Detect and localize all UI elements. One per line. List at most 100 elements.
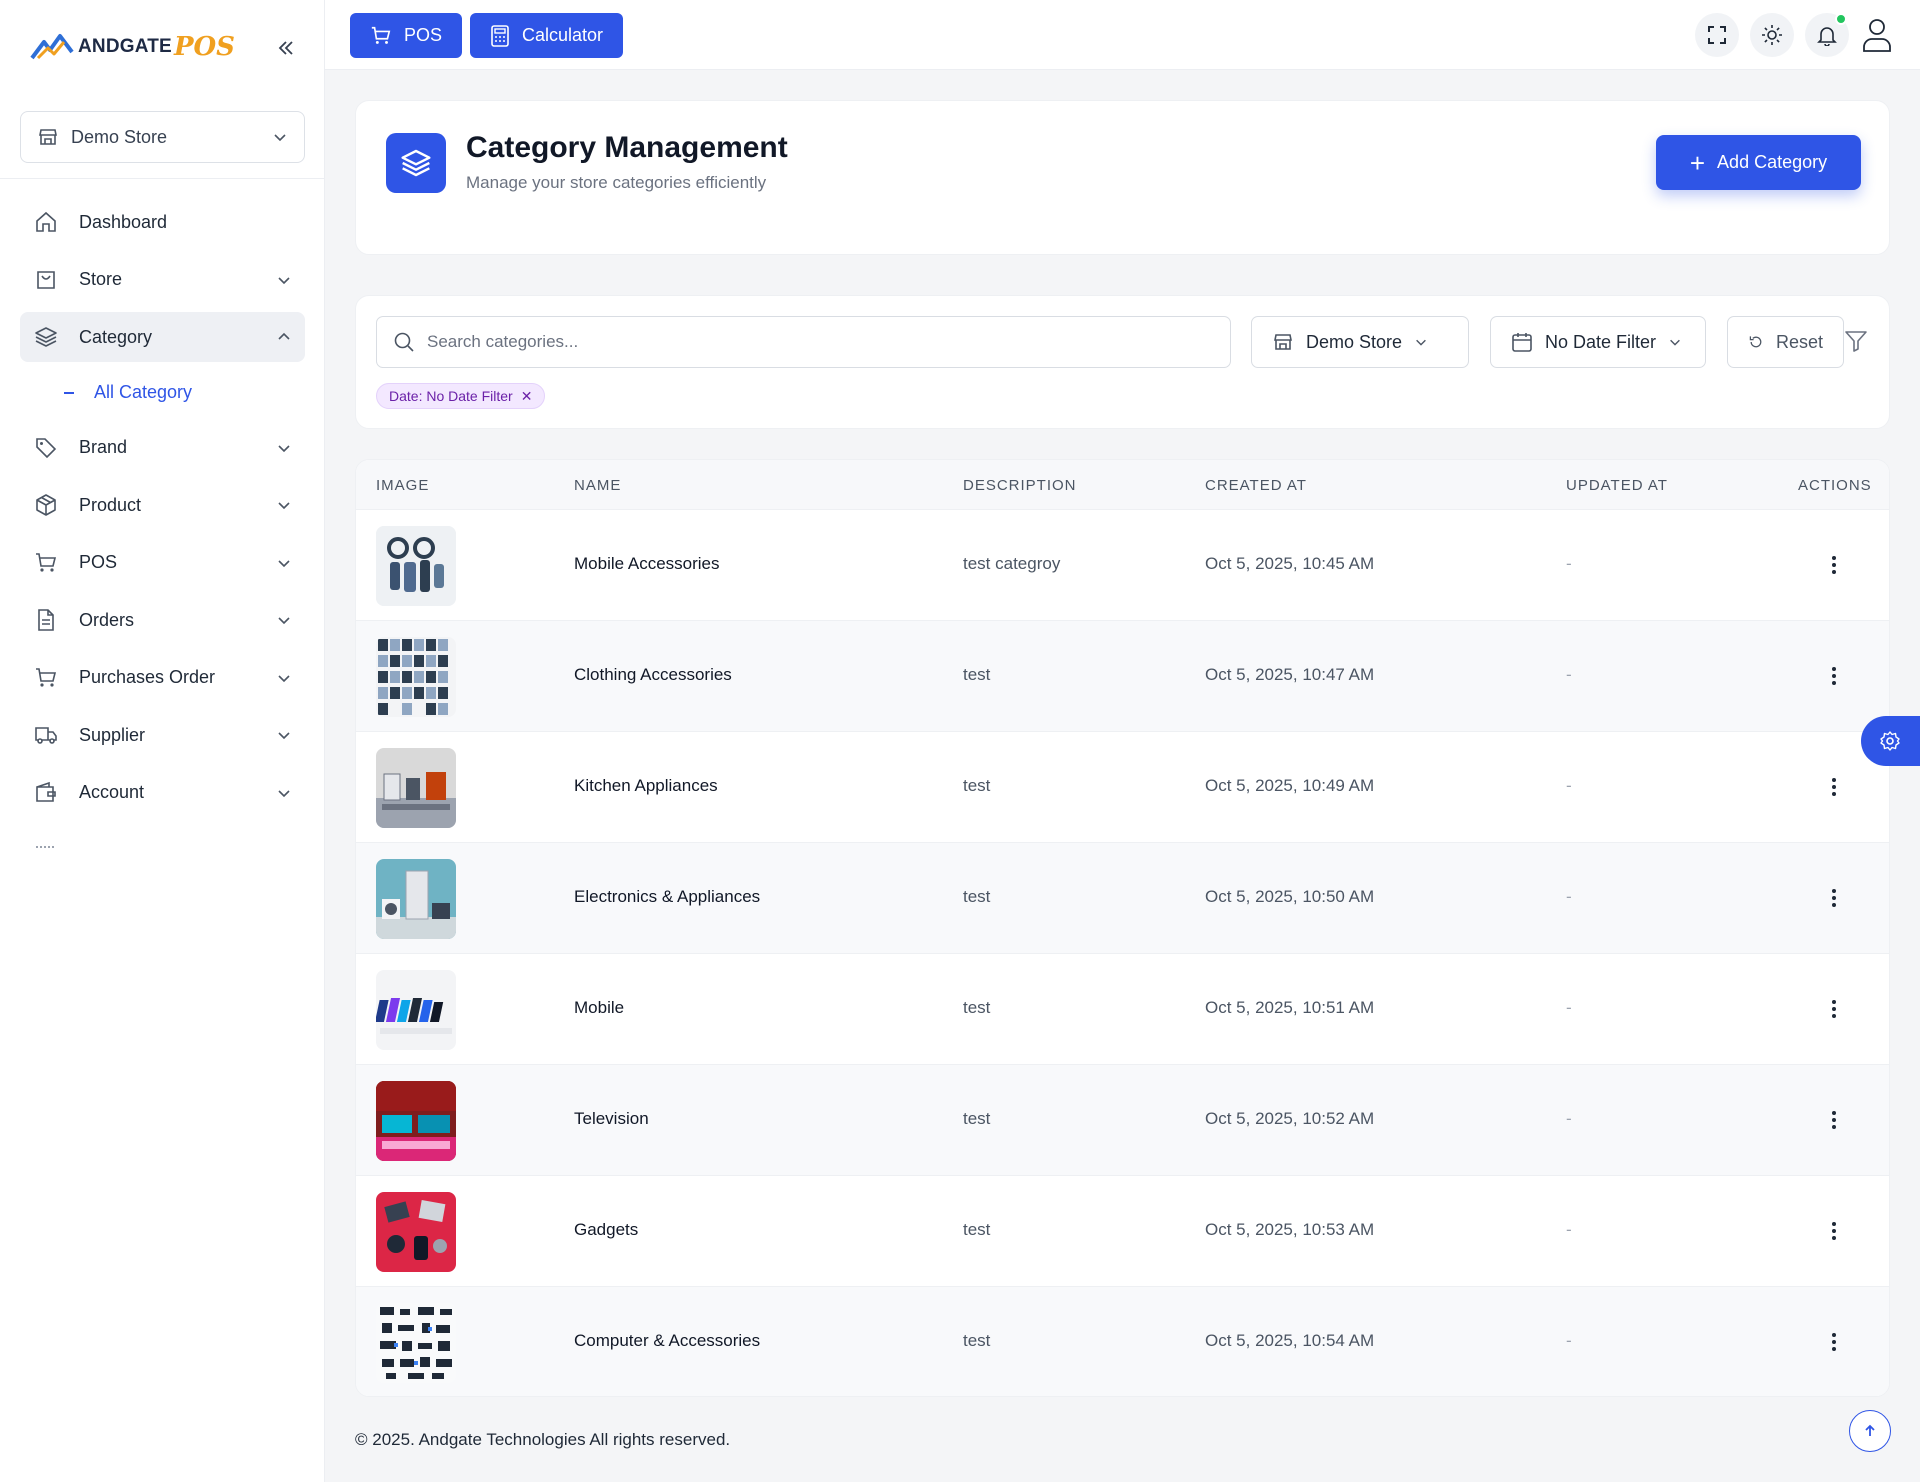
user-profile-button[interactable]: [1855, 13, 1899, 57]
store-selector[interactable]: Demo Store: [20, 111, 305, 163]
chevron-down-icon: [274, 134, 286, 142]
layers-icon: [386, 133, 446, 193]
category-created-at: Oct 5, 2025, 10:47 AM: [1205, 665, 1375, 684]
category-description: test: [963, 665, 991, 684]
cart-icon: [371, 26, 391, 44]
sidebar-item-label: Category: [79, 326, 153, 347]
category-updated-at: -: [1566, 887, 1572, 906]
category-name: Gadgets: [574, 1220, 639, 1239]
sidebar-item-orders[interactable]: Orders: [20, 595, 305, 645]
row-actions-menu-icon[interactable]: [1822, 550, 1846, 580]
store-filter-label: Demo Store: [1306, 331, 1403, 352]
calculator-icon: [491, 24, 509, 47]
pos-button[interactable]: POS: [350, 13, 463, 58]
row-actions-menu-icon[interactable]: [1822, 772, 1846, 802]
row-actions-menu-icon[interactable]: [1822, 994, 1846, 1024]
sidebar-item-label: Account: [79, 782, 145, 802]
category-image: [376, 748, 456, 828]
date-filter-dropdown[interactable]: No Date Filter: [1490, 316, 1706, 368]
store-filter-dropdown[interactable]: Demo Store: [1251, 316, 1469, 368]
category-updated-at: -: [1566, 1220, 1572, 1239]
sidebar-item-store[interactable]: Store: [20, 255, 305, 305]
category-image: [376, 637, 456, 717]
sidebar-item-dashboard[interactable]: Dashboard: [20, 197, 305, 247]
document-icon: [33, 607, 59, 633]
calculator-button[interactable]: Calculator: [470, 13, 624, 58]
sidebar-item-label: Dashboard: [79, 211, 168, 232]
sidebar-item-label: Store: [79, 269, 123, 289]
table-row[interactable]: Television test Oct 5, 2025, 10:52 AM -: [356, 1065, 1889, 1176]
sidebar-item-label: POS: [79, 552, 118, 572]
sidebar-item-label: Orders: [79, 609, 135, 630]
filter-funnel-icon[interactable]: [1843, 328, 1869, 354]
sun-icon: [1762, 25, 1782, 45]
chevron-up-icon: [278, 332, 290, 340]
sidebar-item-category[interactable]: Category: [20, 312, 305, 362]
theme-toggle-button[interactable]: [1750, 13, 1794, 57]
category-name: Clothing Accessories: [574, 665, 732, 684]
sidebar-item-label: Product: [79, 494, 142, 515]
chevron-down-icon: [278, 617, 290, 625]
collapse-sidebar-button[interactable]: [272, 34, 300, 62]
footer-copyright: © 2025. Andgate Technologies All rights …: [355, 1430, 731, 1449]
page-header-card: Category Management Manage your store ca…: [355, 100, 1890, 255]
column-header-name: NAME: [574, 477, 622, 494]
sidebar-item-pos[interactable]: POS: [20, 538, 305, 588]
table-row[interactable]: Mobile Accessories test categroy Oct 5, …: [356, 510, 1889, 621]
sidebar-item-supplier[interactable]: Supplier: [20, 710, 305, 760]
row-actions-menu-icon[interactable]: [1822, 1216, 1846, 1246]
table-row[interactable]: Kitchen Appliances test Oct 5, 2025, 10:…: [356, 732, 1889, 843]
scroll-to-top-button[interactable]: [1849, 1410, 1891, 1452]
store-selector-label: Demo Store: [71, 126, 168, 147]
page-title: Category Management: [466, 131, 788, 164]
calendar-icon: [1512, 333, 1532, 352]
search-field[interactable]: [376, 316, 1231, 368]
sidebar-item-product[interactable]: Product: [20, 480, 305, 530]
notifications-button[interactable]: [1805, 13, 1849, 57]
sidebar-divider: [0, 178, 325, 179]
row-actions-menu-icon[interactable]: [1822, 883, 1846, 913]
column-header-description: DESCRIPTION: [963, 477, 1077, 494]
filter-chip-label: Date: No Date Filter: [389, 388, 513, 404]
fullscreen-icon: [1708, 26, 1726, 44]
table-row[interactable]: Computer & Accessories test Oct 5, 2025,…: [356, 1287, 1889, 1396]
tag-icon: [33, 435, 59, 461]
category-description: test categroy: [963, 554, 1061, 573]
category-image: [376, 1303, 456, 1383]
user-icon: [1863, 19, 1891, 52]
category-updated-at: -: [1566, 1109, 1572, 1128]
category-description: test: [963, 1220, 991, 1239]
row-actions-menu-icon[interactable]: [1822, 661, 1846, 691]
category-updated-at: -: [1566, 665, 1572, 684]
sidebar-item-label: Brand: [79, 437, 128, 457]
category-created-at: Oct 5, 2025, 10:54 AM: [1205, 1331, 1375, 1350]
wallet-icon: [33, 780, 59, 806]
category-image: [376, 970, 456, 1050]
add-category-label: Add Category: [1717, 152, 1828, 172]
brand-logo[interactable]: ANDGATE POS: [30, 30, 235, 64]
sidebar-item-account[interactable]: Account: [20, 768, 305, 818]
table-row[interactable]: Clothing Accessories test Oct 5, 2025, 1…: [356, 621, 1889, 732]
category-name: Electronics & Appliances: [574, 887, 761, 906]
category-updated-at: -: [1566, 554, 1572, 573]
row-actions-menu-icon[interactable]: [1822, 1105, 1846, 1135]
table-row[interactable]: Gadgets test Oct 5, 2025, 10:53 AM -: [356, 1176, 1889, 1287]
sidebar-item-brand[interactable]: Brand: [20, 423, 305, 473]
table-row[interactable]: Mobile test Oct 5, 2025, 10:51 AM -: [356, 954, 1889, 1065]
notification-dot: [1835, 13, 1847, 25]
column-header-updated: UPDATED AT: [1566, 477, 1668, 494]
sidebar-subitem-all-category[interactable]: All Category: [20, 370, 305, 416]
search-input[interactable]: [427, 332, 1214, 352]
column-header-image: IMAGE: [376, 477, 430, 494]
sidebar-item-purchases-order[interactable]: Purchases Order: [20, 653, 305, 703]
category-description: test: [963, 887, 991, 906]
add-category-button[interactable]: + Add Category: [1656, 135, 1861, 190]
reset-icon: [1749, 336, 1762, 348]
reset-button[interactable]: Reset: [1727, 316, 1844, 368]
table-row[interactable]: Electronics & Appliances test Oct 5, 202…: [356, 843, 1889, 954]
settings-button[interactable]: [1861, 716, 1920, 766]
pos-button-label: POS: [404, 25, 443, 45]
row-actions-menu-icon[interactable]: [1822, 1327, 1846, 1357]
close-icon[interactable]: ✕: [521, 388, 533, 405]
fullscreen-button[interactable]: [1695, 13, 1739, 57]
